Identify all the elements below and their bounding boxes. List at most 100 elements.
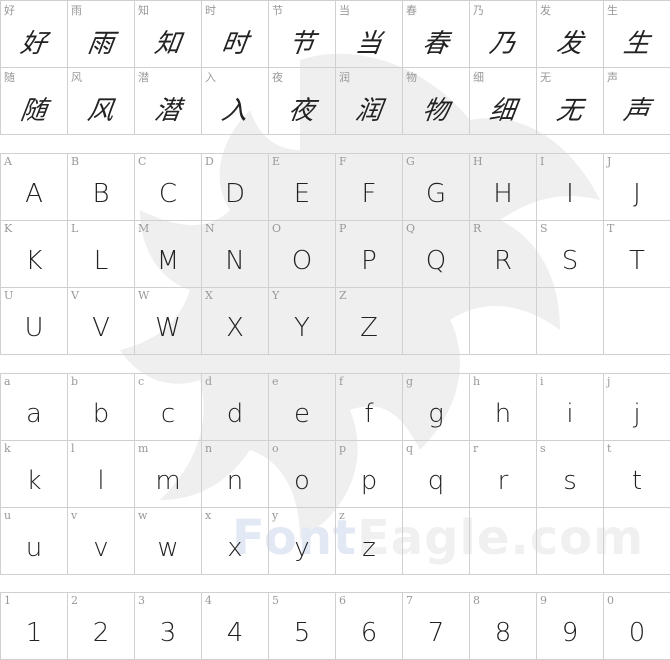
glyph-cell: OO — [269, 221, 336, 288]
glyph-cell: 节节 — [269, 1, 336, 68]
glyph-cell-label: y — [272, 509, 279, 522]
glyph-cell: KK — [1, 221, 68, 288]
glyph-cell — [403, 508, 470, 575]
glyph-sample: 9 — [561, 618, 579, 648]
glyph-cell-label: 7 — [406, 594, 413, 607]
glyph-cell-label: v — [71, 509, 78, 522]
glyph-cell-label: K — [4, 222, 13, 235]
glyph-sample: u — [25, 533, 43, 563]
glyph-cell: rr — [470, 441, 537, 508]
glyph-sample — [470, 302, 536, 354]
glyph-sample: r — [497, 466, 509, 496]
glyph-cell: GG — [403, 154, 470, 221]
glyph-sample: t — [631, 466, 643, 496]
glyph-cell-label: Y — [272, 289, 280, 302]
glyph-sample: 随 — [18, 95, 49, 126]
glyph-sample: 声 — [621, 95, 652, 126]
glyph-sample — [604, 522, 670, 574]
glyph-cell-label: h — [473, 375, 481, 388]
glyph-cell-label: z — [339, 509, 345, 522]
glyph-cell-label: q — [406, 442, 414, 455]
glyph-cell-label: m — [138, 442, 149, 455]
glyph-sample: 风 — [85, 95, 116, 126]
glyph-sample: O — [291, 246, 313, 276]
glyph-cell: 44 — [202, 593, 269, 660]
glyph-cell-label: O — [272, 222, 282, 235]
glyph-sample: 无 — [554, 95, 585, 126]
glyph-cell-label: X — [205, 289, 213, 302]
glyph-cell: nn — [202, 441, 269, 508]
glyph-sample: 知 — [152, 28, 183, 59]
glyph-cell: aa — [1, 374, 68, 441]
glyph-cell: 33 — [135, 593, 202, 660]
glyph-sample: z — [362, 533, 376, 563]
glyph-sample: 生 — [621, 28, 652, 59]
glyph-cell-label: x — [205, 509, 212, 522]
glyph-cell-label: k — [4, 442, 11, 455]
glyph-cell: SS — [537, 221, 604, 288]
glyph-sample — [470, 522, 536, 574]
glyph-cell: 声声 — [604, 68, 670, 135]
glyph-cell — [604, 508, 670, 575]
glyph-cell-label: o — [272, 442, 279, 455]
glyph-cell: 润润 — [336, 68, 403, 135]
glyph-cell: jj — [604, 374, 670, 441]
glyph-sample: d — [226, 399, 244, 429]
glyph-cell: ll — [68, 441, 135, 508]
glyph-sample: 1 — [25, 618, 43, 648]
glyph-cell: EE — [269, 154, 336, 221]
glyph-sample — [537, 522, 603, 574]
glyph-cell-label: 6 — [339, 594, 346, 607]
glyph-cell-label: L — [71, 222, 79, 235]
glyph-cell-label: E — [272, 155, 281, 168]
glyph-cell: zz — [336, 508, 403, 575]
glyph-sample — [604, 302, 670, 354]
glyph-cell-label: 2 — [71, 594, 78, 607]
glyph-sample: 好 — [18, 28, 49, 59]
glyph-sample: K — [25, 246, 43, 276]
glyph-sample: Q — [425, 246, 447, 276]
glyph-sample: i — [566, 399, 574, 429]
glyph-cell-label: 3 — [138, 594, 145, 607]
glyph-cell-label: A — [4, 155, 12, 168]
glyph-cell: 66 — [336, 593, 403, 660]
glyph-cell — [403, 288, 470, 355]
glyph-cell: yy — [269, 508, 336, 575]
glyph-sample: E — [293, 179, 311, 209]
glyph-cell: 无无 — [537, 68, 604, 135]
glyph-cell: kk — [1, 441, 68, 508]
glyph-cell-label: d — [205, 375, 213, 388]
glyph-cell-label: e — [272, 375, 279, 388]
glyph-sample: 乃 — [487, 28, 518, 59]
glyph-cell: TT — [604, 221, 670, 288]
glyph-cell-label: s — [540, 442, 546, 455]
glyph-sample: l — [97, 466, 105, 496]
glyph-cell: ii — [537, 374, 604, 441]
glyph-sample — [403, 522, 469, 574]
glyph-cell: 当当 — [336, 1, 403, 68]
glyph-cell-label: S — [540, 222, 548, 235]
glyph-cell: 潜潜 — [135, 68, 202, 135]
glyph-cell: 春春 — [403, 1, 470, 68]
glyph-sample: M — [156, 246, 180, 276]
glyph-cell-label: l — [71, 442, 75, 455]
glyph-cell: DD — [202, 154, 269, 221]
glyph-cell: ss — [537, 441, 604, 508]
glyph-sample: c — [160, 399, 176, 429]
glyph-cell: 风风 — [68, 68, 135, 135]
glyph-cell: WW — [135, 288, 202, 355]
glyph-cell-label: I — [540, 155, 545, 168]
uppercase-glyph-grid: AABBCCDDEEFFGGHHIIJJKKLLMMNNOOPPQQRRSSTT… — [0, 153, 670, 355]
glyph-sample: y — [294, 533, 310, 563]
cjk-glyph-grid: 好好雨雨知知时时节节当当春春乃乃发发生生随随风风潜潜入入夜夜润润物物细细无无声声 — [0, 0, 670, 135]
glyph-cell: dd — [202, 374, 269, 441]
glyph-cell: 88 — [470, 593, 537, 660]
glyph-cell: pp — [336, 441, 403, 508]
glyph-cell: oo — [269, 441, 336, 508]
glyph-cell: PP — [336, 221, 403, 288]
glyph-sample: 8 — [494, 618, 512, 648]
glyph-cell: 00 — [604, 593, 670, 660]
glyph-cell-label: i — [540, 375, 544, 388]
glyph-sample: R — [493, 246, 513, 276]
glyph-cell: YY — [269, 288, 336, 355]
